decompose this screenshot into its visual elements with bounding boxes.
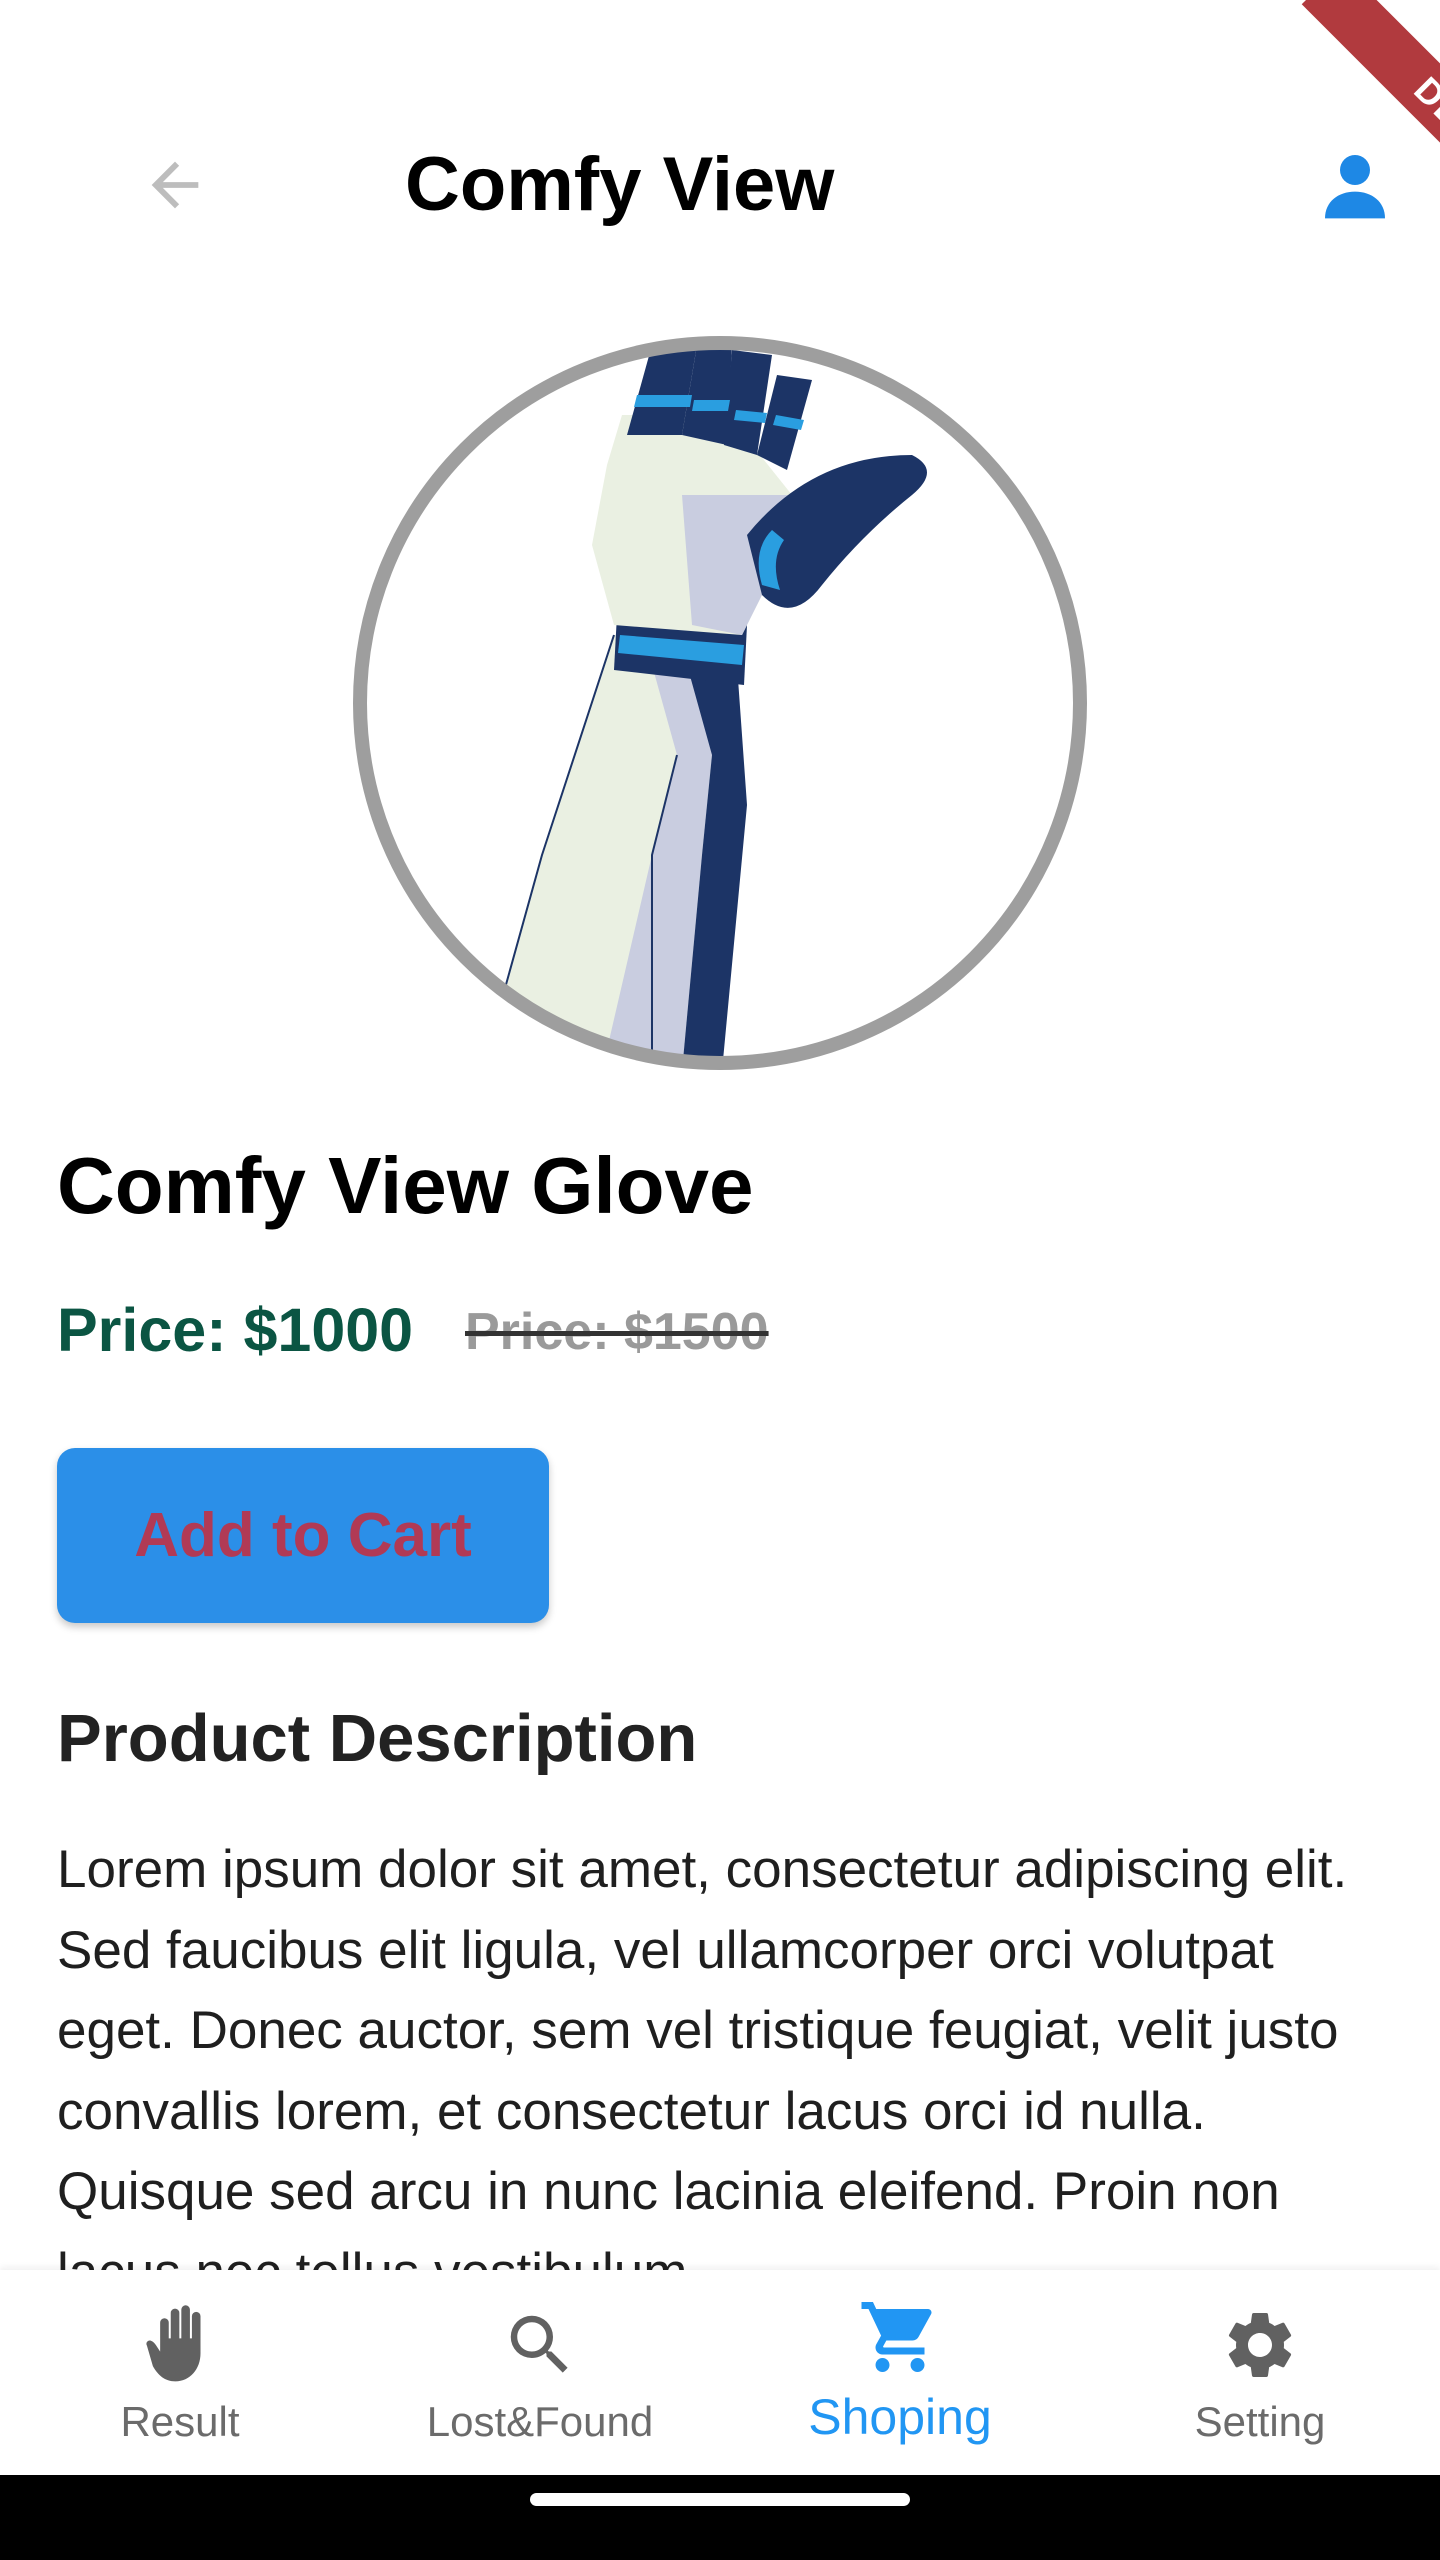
cart-icon	[855, 2292, 945, 2382]
system-navigation-bar	[0, 2475, 1440, 2560]
nav-item-setting[interactable]: Setting	[1080, 2270, 1440, 2475]
back-button[interactable]	[120, 130, 230, 240]
nav-label-lost-found: Lost&Found	[426, 2398, 654, 2445]
product-description: Lorem ipsum dolor sit amet, consectetur …	[57, 1840, 1348, 2270]
profile-button[interactable]	[1300, 130, 1410, 240]
person-icon	[1325, 155, 1385, 219]
original-price: Price: $1500	[465, 1303, 769, 1361]
nav-label-result: Result	[120, 2398, 240, 2445]
add-to-cart-button[interactable]: Add to Cart	[57, 1448, 549, 1623]
nav-label-setting: Setting	[1194, 2398, 1326, 2445]
nav-item-shopping[interactable]: Shoping	[720, 2270, 1080, 2475]
nav-item-lost-found[interactable]: Lost&Found	[360, 2270, 720, 2475]
nav-item-result[interactable]: Result	[0, 2270, 360, 2475]
page-title: Comfy View	[405, 142, 835, 227]
app-bar: Comfy View	[0, 0, 1440, 290]
product-title: Comfy View Glove	[57, 1141, 754, 1230]
search-icon	[495, 2300, 585, 2390]
add-to-cart-label: Add to Cart	[134, 1501, 472, 1570]
hand-icon	[135, 2300, 225, 2390]
home-indicator[interactable]	[530, 2493, 910, 2506]
description-heading: Product Description	[57, 1701, 698, 1776]
nav-label-shopping: Shoping	[808, 2389, 992, 2445]
current-price: Price: $1000	[57, 1296, 414, 1364]
product-image	[352, 335, 1088, 1071]
robotic-glove-image	[353, 336, 1087, 1070]
arrow-left-icon	[151, 161, 199, 209]
description-container[interactable]: Lorem ipsum dolor sit amet, consectetur …	[57, 1830, 1397, 2270]
gear-icon	[1215, 2300, 1305, 2390]
bottom-navigation-bar: Result Lost&Found Shoping Setting	[0, 2270, 1440, 2475]
